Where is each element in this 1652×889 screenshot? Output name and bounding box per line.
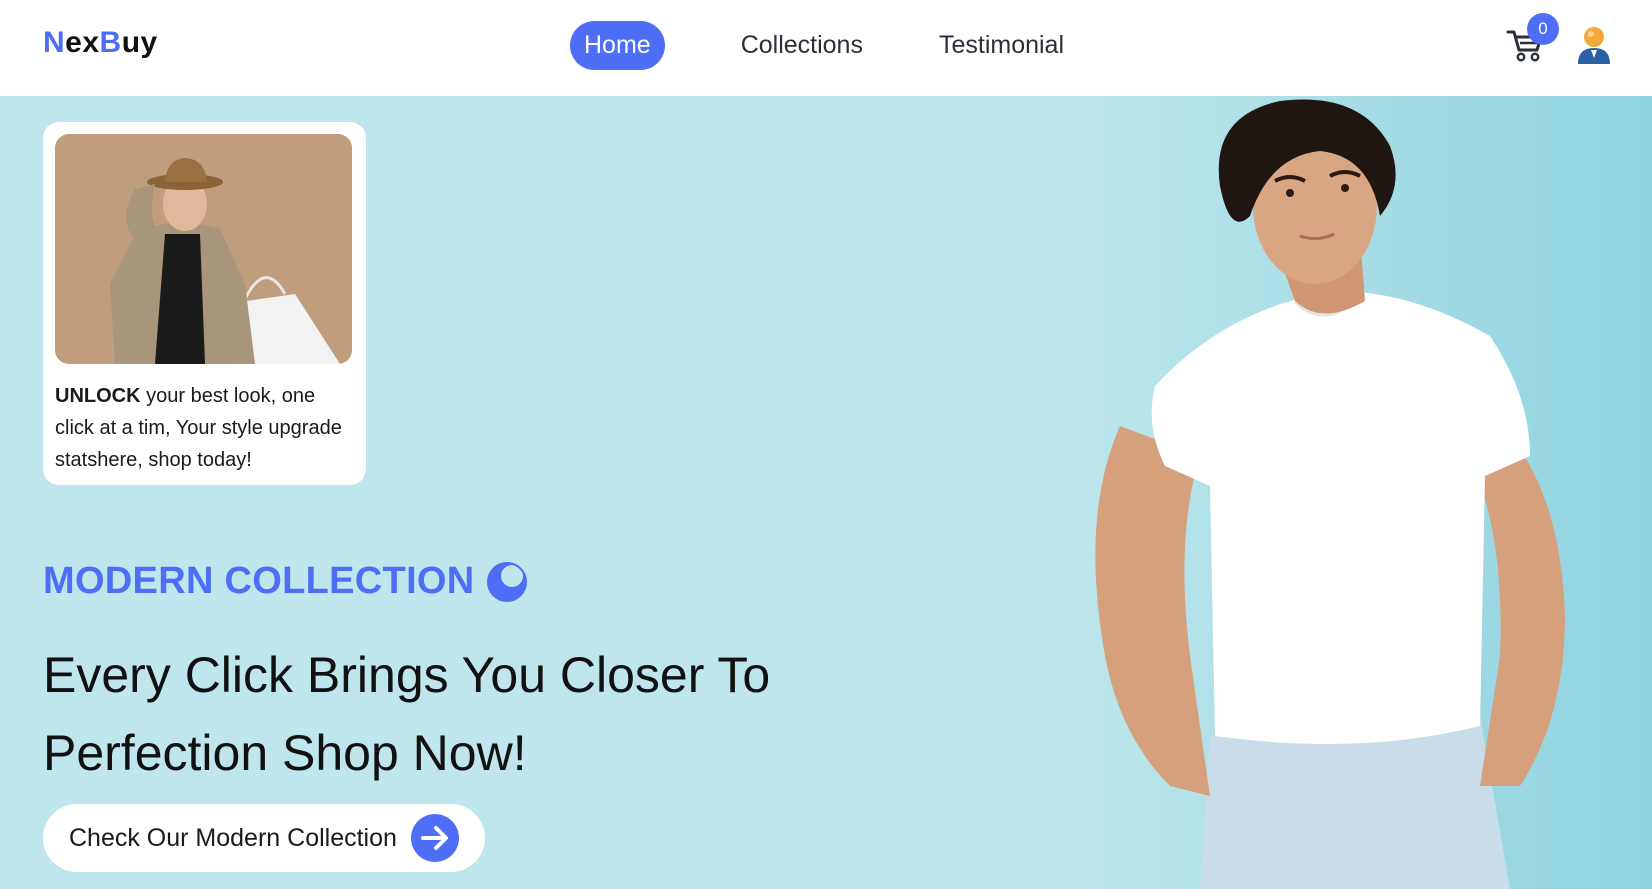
hero-section: UNLOCK your best look, one click at a ti…	[0, 96, 1652, 889]
promo-card: UNLOCK your best look, one click at a ti…	[43, 122, 366, 485]
nav-link-collections[interactable]: Collections	[727, 21, 877, 70]
nav-link-home[interactable]: Home	[570, 20, 665, 70]
hero-model-image	[1060, 96, 1652, 889]
promo-card-text: UNLOCK your best look, one click at a ti…	[55, 380, 354, 476]
user-avatar-icon[interactable]	[1574, 22, 1614, 66]
top-navbar: NexBuy Home Collections Testimonial 0	[0, 0, 1652, 96]
collection-eyebrow: MODERN COLLECTION	[43, 560, 527, 603]
promo-model-image	[55, 134, 352, 364]
nav-link-testimonial[interactable]: Testimonial	[925, 21, 1078, 70]
brand-logo[interactable]: NexBuy	[43, 26, 158, 60]
arrow-right-circle-icon	[410, 814, 459, 862]
cta-label: Check Our Modern Collection	[69, 823, 397, 852]
moon-icon	[486, 561, 527, 602]
promo-card-bold: UNLOCK	[55, 385, 141, 407]
cart-count-badge: 0	[1527, 13, 1559, 45]
eyebrow-label: MODERN COLLECTION	[43, 560, 475, 602]
hero-headline: Every Click Brings You Closer To Perfect…	[43, 647, 771, 781]
check-collection-button[interactable]: Check Our Modern Collection	[43, 804, 485, 872]
nav-links: Home Collections Testimonial	[570, 19, 1126, 71]
